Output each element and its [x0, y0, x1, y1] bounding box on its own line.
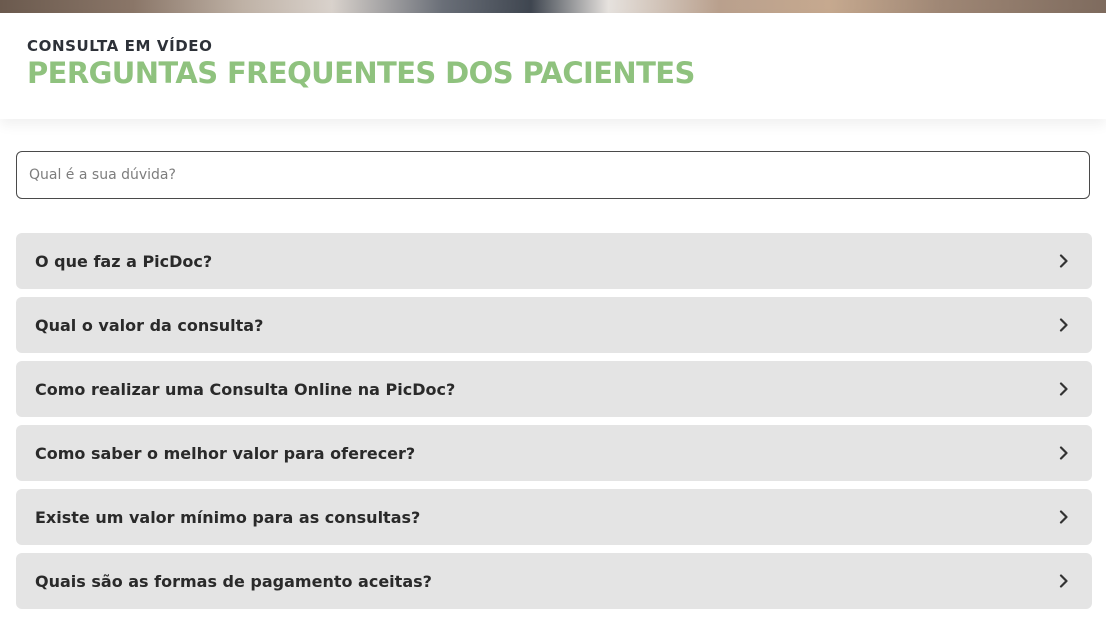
faq-question: Existe um valor mínimo para as consultas… — [35, 507, 421, 527]
faq-list: O que faz a PicDoc? Qual o valor da cons… — [16, 233, 1092, 617]
chevron-right-icon — [1058, 510, 1070, 524]
faq-question: O que faz a PicDoc? — [35, 251, 213, 271]
faq-item-formas-pagamento[interactable]: Quais são as formas de pagamento aceitas… — [16, 553, 1092, 609]
chevron-right-icon — [1058, 318, 1070, 332]
faq-question: Como realizar uma Consulta Online na Pic… — [35, 379, 456, 399]
search-input[interactable] — [16, 151, 1090, 199]
faq-item-como-realizar[interactable]: Como realizar uma Consulta Online na Pic… — [16, 361, 1092, 417]
faq-question: Quais são as formas de pagamento aceitas… — [35, 571, 432, 591]
faq-question: Como saber o melhor valor para oferecer? — [35, 443, 416, 463]
chevron-right-icon — [1058, 382, 1070, 396]
page-title: PERGUNTAS FREQUENTES DOS PACIENTES — [27, 56, 695, 90]
page-header: CONSULTA EM VÍDEO PERGUNTAS FREQUENTES D… — [0, 13, 1106, 119]
hero-image-strip — [0, 0, 1106, 13]
chevron-right-icon — [1058, 254, 1070, 268]
faq-item-valor-minimo[interactable]: Existe um valor mínimo para as consultas… — [16, 489, 1092, 545]
faq-question: Qual o valor da consulta? — [35, 315, 264, 335]
faq-item-valor-consulta[interactable]: Qual o valor da consulta? — [16, 297, 1092, 353]
chevron-right-icon — [1058, 574, 1070, 588]
faq-item-o-que-faz[interactable]: O que faz a PicDoc? — [16, 233, 1092, 289]
chevron-right-icon — [1058, 446, 1070, 460]
faq-item-melhor-valor[interactable]: Como saber o melhor valor para oferecer? — [16, 425, 1092, 481]
page-subtitle: CONSULTA EM VÍDEO — [27, 37, 213, 55]
